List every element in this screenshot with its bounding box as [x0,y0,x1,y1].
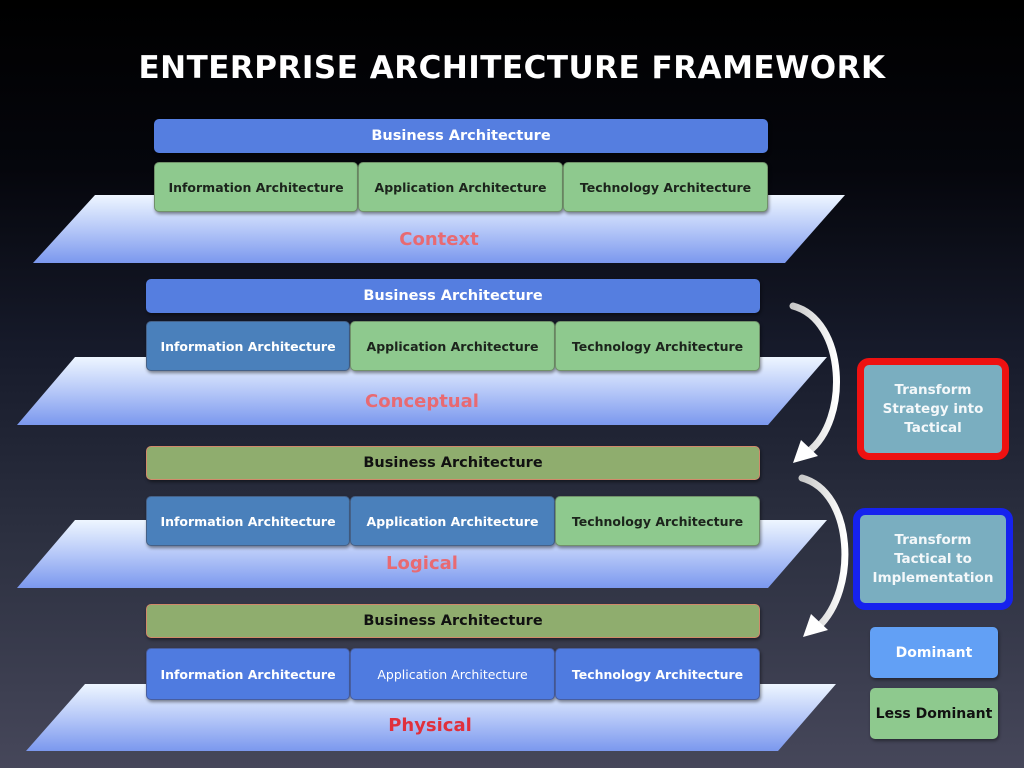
conceptual-information-architecture: Information Architecture [146,321,350,371]
legend-dominant: Dominant [870,627,998,678]
context-technology-architecture: Technology Architecture [563,162,768,212]
conceptual-technology-architecture: Technology Architecture [555,321,760,371]
legend-less-dominant: Less Dominant [870,688,998,739]
context-information-architecture: Information Architecture [154,162,358,212]
plane-label-conceptual: Conceptual [365,391,479,412]
physical-information-architecture: Information Architecture [146,648,350,700]
conceptual-application-architecture: Application Architecture [350,321,555,371]
conceptual-business-architecture: Business Architecture [146,279,760,313]
plane-label-physical: Physical [388,715,472,736]
transform-strategy-to-tactical-box: Transform Strategy into Tactical [857,358,1009,460]
logical-information-architecture: Information Architecture [146,496,350,546]
context-application-architecture: Application Architecture [358,162,563,212]
arrow-tactical-to-implementation [798,474,849,637]
logical-business-architecture: Business Architecture [146,446,760,480]
context-business-architecture: Business Architecture [154,119,768,153]
physical-technology-architecture: Technology Architecture [555,648,760,700]
transform-tactical-to-implementation-box: Transform Tactical to Implementation [853,508,1013,610]
plane-label-context: Context [399,229,479,250]
plane-label-logical: Logical [386,553,458,574]
physical-business-architecture: Business Architecture [146,604,760,638]
logical-application-architecture: Application Architecture [350,496,555,546]
physical-application-architecture: Application Architecture [350,648,555,700]
logical-technology-architecture: Technology Architecture [555,496,760,546]
